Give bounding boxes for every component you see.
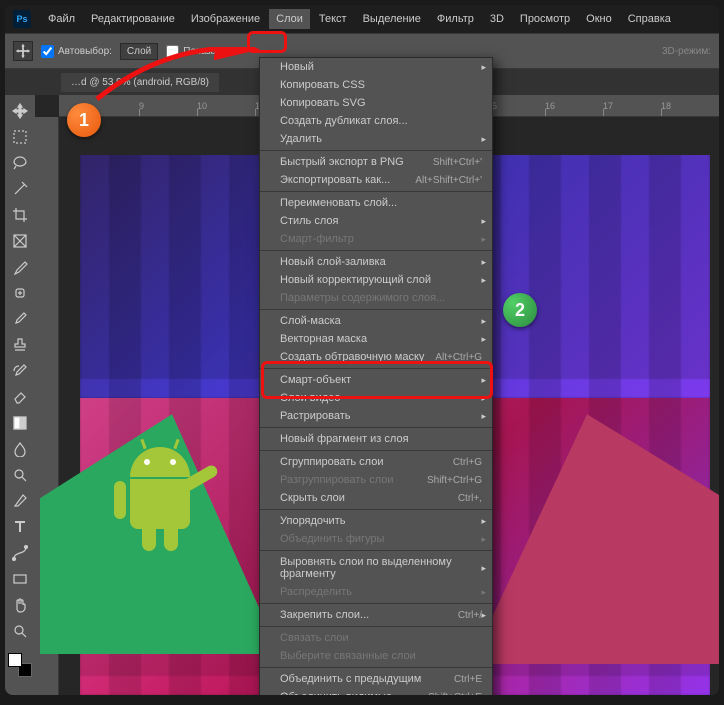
menu-item-скрыть-слои[interactable]: Скрыть слоиCtrl+, xyxy=(260,489,492,507)
document-tab[interactable]: …d @ 53.9% (android, RGB/8) xyxy=(61,73,219,92)
menu-item-слой-маска[interactable]: Слой-маска xyxy=(260,312,492,330)
menu-item-новый-корректирующий-слой[interactable]: Новый корректирующий слой xyxy=(260,271,492,289)
titlebar: Ps ФайлРедактированиеИзображениеСлоиТекс… xyxy=(5,5,719,33)
marquee-tool[interactable] xyxy=(8,125,32,149)
menu-справка[interactable]: Справка xyxy=(621,9,678,29)
lasso-tool[interactable] xyxy=(8,151,32,175)
auto-select-input[interactable] xyxy=(41,45,54,58)
ruler-mark: 10 xyxy=(197,101,207,111)
auto-select-checkbox[interactable]: Автовыбор: xyxy=(41,45,112,58)
menu-item-создать-обтравочную-маску[interactable]: Создать обтравочную маскуAlt+Ctrl+G xyxy=(260,348,492,366)
layers-menu-dropdown: НовыйКопировать CSSКопировать SVGСоздать… xyxy=(259,57,493,695)
hand-tool[interactable] xyxy=(8,593,32,617)
menu-текст[interactable]: Текст xyxy=(312,9,354,29)
menu-item-быстрый-экспорт-в-png[interactable]: Быстрый экспорт в PNGShift+Ctrl+' xyxy=(260,153,492,171)
zoom-tool[interactable] xyxy=(8,619,32,643)
menu-item-связать-слои: Связать слои xyxy=(260,629,492,647)
menu-item-удалить[interactable]: Удалить xyxy=(260,130,492,148)
menu-выделение[interactable]: Выделение xyxy=(356,9,428,29)
menu-3d[interactable]: 3D xyxy=(483,9,511,29)
menu-item-создать-дубликат-слоя-[interactable]: Создать дубликат слоя... xyxy=(260,112,492,130)
eyedropper-tool[interactable] xyxy=(8,255,32,279)
ruler-mark: 16 xyxy=(545,101,555,111)
menu-item-векторная-маска[interactable]: Векторная маска xyxy=(260,330,492,348)
blur-tool[interactable] xyxy=(8,437,32,461)
menu-item-упорядочить[interactable]: Упорядочить xyxy=(260,512,492,530)
ruler-mark: 17 xyxy=(603,101,613,111)
dodge-tool[interactable] xyxy=(8,463,32,487)
menu-item-смарт-объект[interactable]: Смарт-объект xyxy=(260,371,492,389)
menu-item-копировать-css[interactable]: Копировать CSS xyxy=(260,76,492,94)
wand-tool[interactable] xyxy=(8,177,32,201)
menu-item-стиль-слоя[interactable]: Стиль слоя xyxy=(260,212,492,230)
menu-item-слои-видео[interactable]: Слои видео xyxy=(260,389,492,407)
menubar: ФайлРедактированиеИзображениеСлоиТекстВы… xyxy=(41,9,678,29)
step-badge-1: 1 xyxy=(67,103,101,137)
layer-select[interactable]: Слой xyxy=(120,43,158,60)
brush-tool[interactable] xyxy=(8,307,32,331)
menu-слои[interactable]: Слои xyxy=(269,9,310,29)
menu-item-растрировать[interactable]: Растрировать xyxy=(260,407,492,425)
show-input[interactable] xyxy=(166,45,179,58)
menu-item-новый-фрагмент-из-слоя[interactable]: Новый фрагмент из слоя xyxy=(260,430,492,448)
app-logo: Ps xyxy=(13,10,31,28)
menu-изображение[interactable]: Изображение xyxy=(184,9,267,29)
menu-item-объединить-видимые[interactable]: Объединить видимыеShift+Ctrl+E xyxy=(260,688,492,695)
move-tool[interactable] xyxy=(8,99,32,123)
ruler-mark: 18 xyxy=(661,101,671,111)
menu-item-смарт-фильтр: Смарт-фильтр xyxy=(260,230,492,248)
menu-окно[interactable]: Окно xyxy=(579,9,619,29)
type-tool[interactable] xyxy=(8,515,32,539)
show-label: Показа xyxy=(183,46,216,57)
tools-panel xyxy=(5,95,35,695)
menu-item-выберите-связанные-слои: Выберите связанные слои xyxy=(260,647,492,665)
gradient-tool[interactable] xyxy=(8,411,32,435)
menu-item-переименовать-слой-[interactable]: Переименовать слой... xyxy=(260,194,492,212)
menu-item-разгруппировать-слои: Разгруппировать слоиShift+Ctrl+G xyxy=(260,471,492,489)
menu-item-копировать-svg[interactable]: Копировать SVG xyxy=(260,94,492,112)
menu-файл[interactable]: Файл xyxy=(41,9,82,29)
menu-item-новый-слой-заливка[interactable]: Новый слой-заливка xyxy=(260,253,492,271)
rect-tool[interactable] xyxy=(8,567,32,591)
menu-item-параметры-содержимого-слоя-: Параметры содержимого слоя... xyxy=(260,289,492,307)
menu-item-новый[interactable]: Новый xyxy=(260,58,492,76)
menu-item-закрепить-слои-[interactable]: Закрепить слои...Ctrl+/ xyxy=(260,606,492,624)
menu-item-распределить: Распределить xyxy=(260,583,492,601)
mode3d-label: 3D-режим: xyxy=(662,46,711,57)
crop-tool[interactable] xyxy=(8,203,32,227)
menu-фильтр[interactable]: Фильтр xyxy=(430,9,481,29)
heal-tool[interactable] xyxy=(8,281,32,305)
move-tool-icon xyxy=(13,41,33,61)
app-window: Ps ФайлРедактированиеИзображениеСлоиТекс… xyxy=(5,5,719,695)
menu-item-выровнять-слои-по-выделенному-фрагменту[interactable]: Выровнять слои по выделенному фрагменту xyxy=(260,553,492,583)
android-image xyxy=(110,447,210,567)
menu-item-объединить-фигуры: Объединить фигуры xyxy=(260,530,492,548)
menu-просмотр[interactable]: Просмотр xyxy=(513,9,577,29)
menu-item-сгруппировать-слои[interactable]: Сгруппировать слоиCtrl+G xyxy=(260,453,492,471)
auto-select-label: Автовыбор: xyxy=(58,46,112,57)
step-badge-2: 2 xyxy=(503,293,537,327)
menu-item-объединить-с-предыдущим[interactable]: Объединить с предыдущимCtrl+E xyxy=(260,670,492,688)
color-swatches[interactable] xyxy=(8,653,32,677)
stamp-tool[interactable] xyxy=(8,333,32,357)
show-checkbox[interactable]: Показа xyxy=(166,45,216,58)
history-tool[interactable] xyxy=(8,359,32,383)
pen-tool[interactable] xyxy=(8,489,32,513)
menu-item-экспортировать-как-[interactable]: Экспортировать как...Alt+Shift+Ctrl+' xyxy=(260,171,492,189)
frame-tool[interactable] xyxy=(8,229,32,253)
path-tool[interactable] xyxy=(8,541,32,565)
eraser-tool[interactable] xyxy=(8,385,32,409)
menu-редактирование[interactable]: Редактирование xyxy=(84,9,182,29)
